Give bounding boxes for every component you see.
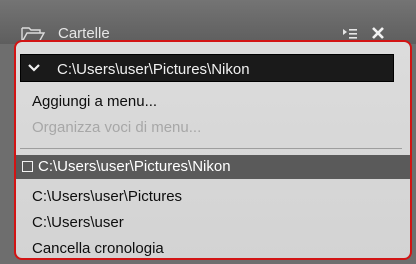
- current-path-selector[interactable]: C:\Users\user\Pictures\Nikon: [20, 54, 394, 82]
- history-item[interactable]: C:\Users\user: [32, 214, 124, 231]
- folder-history-dropdown: C:\Users\user\Pictures\Nikon Aggiungi a …: [14, 40, 412, 260]
- history-item-selected[interactable]: C:\Users\user\Pictures\Nikon: [16, 155, 410, 179]
- clear-history-item[interactable]: Cancella cronologia: [32, 240, 164, 257]
- history-item[interactable]: C:\Users\user\Pictures: [32, 188, 182, 205]
- current-path-text: C:\Users\user\Pictures\Nikon: [57, 61, 250, 78]
- history-item-label: C:\Users\user\Pictures\Nikon: [38, 158, 231, 175]
- add-to-menu-item[interactable]: Aggiungi a menu...: [32, 93, 157, 110]
- menu-separator: [20, 148, 402, 149]
- organize-menu-items-item: Organizza voci di menu...: [32, 119, 202, 136]
- list-view-icon[interactable]: [342, 27, 358, 41]
- checkbox-icon: [22, 161, 33, 172]
- panel-header: Cartelle: [0, 0, 416, 44]
- chevron-down-icon[interactable]: [27, 62, 41, 74]
